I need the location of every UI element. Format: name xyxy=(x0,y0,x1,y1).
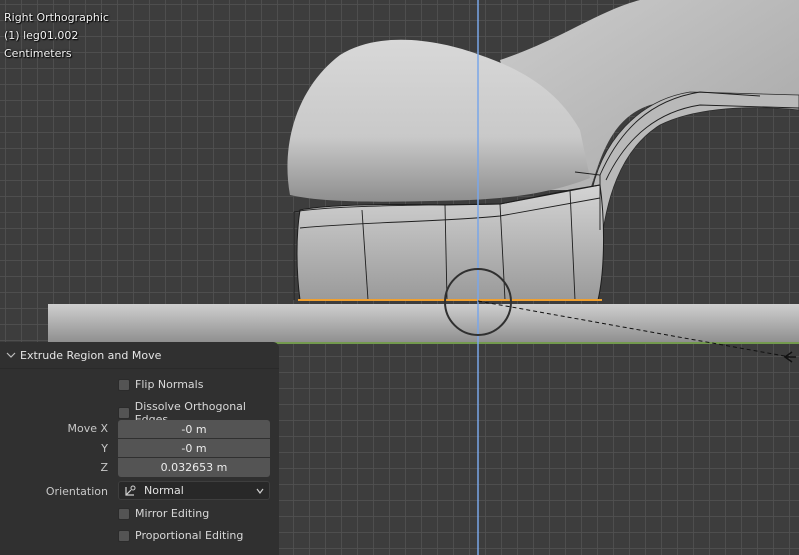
proportional-editing-label: Proportional Editing xyxy=(135,529,244,542)
transform-cursor-icon xyxy=(783,351,796,363)
flip-normals-checkbox[interactable]: Flip Normals xyxy=(118,378,203,391)
view-name: Right Orthographic xyxy=(4,11,109,24)
operator-panel: Extrude Region and Move Flip Normals Dis… xyxy=(0,342,279,555)
flip-normals-label: Flip Normals xyxy=(135,378,204,391)
checkbox-box[interactable] xyxy=(118,507,130,520)
operator-title: Extrude Region and Move xyxy=(20,348,162,362)
proportional-editing-checkbox[interactable]: Proportional Editing xyxy=(118,529,243,542)
move-x-label: Move X xyxy=(67,422,108,435)
mirror-editing-checkbox[interactable]: Mirror Editing xyxy=(118,507,209,520)
orientation-select[interactable]: Normal xyxy=(118,481,270,500)
unit-label: Centimeters xyxy=(4,47,72,60)
checkbox-box[interactable] xyxy=(118,378,130,391)
orientation-value: Normal xyxy=(144,484,184,497)
chevron-down-icon xyxy=(6,352,16,358)
move-z-field[interactable]: 0.032653 m xyxy=(118,458,270,477)
mirror-editing-label: Mirror Editing xyxy=(135,507,210,520)
move-y-field[interactable]: -0 m xyxy=(118,439,270,457)
object-name: (1) leg01.002 xyxy=(4,29,79,42)
chevron-down-icon xyxy=(256,488,264,494)
operator-panel-header[interactable]: Extrude Region and Move xyxy=(0,342,279,369)
checkbox-box[interactable] xyxy=(118,529,130,542)
move-z-label: Z xyxy=(100,461,108,474)
move-x-field[interactable]: -0 m xyxy=(118,420,270,438)
move-y-label: Y xyxy=(101,442,108,455)
orientation-label: Orientation xyxy=(45,485,108,498)
checkbox-box[interactable] xyxy=(118,407,130,419)
transform-orientation-icon xyxy=(125,485,136,496)
